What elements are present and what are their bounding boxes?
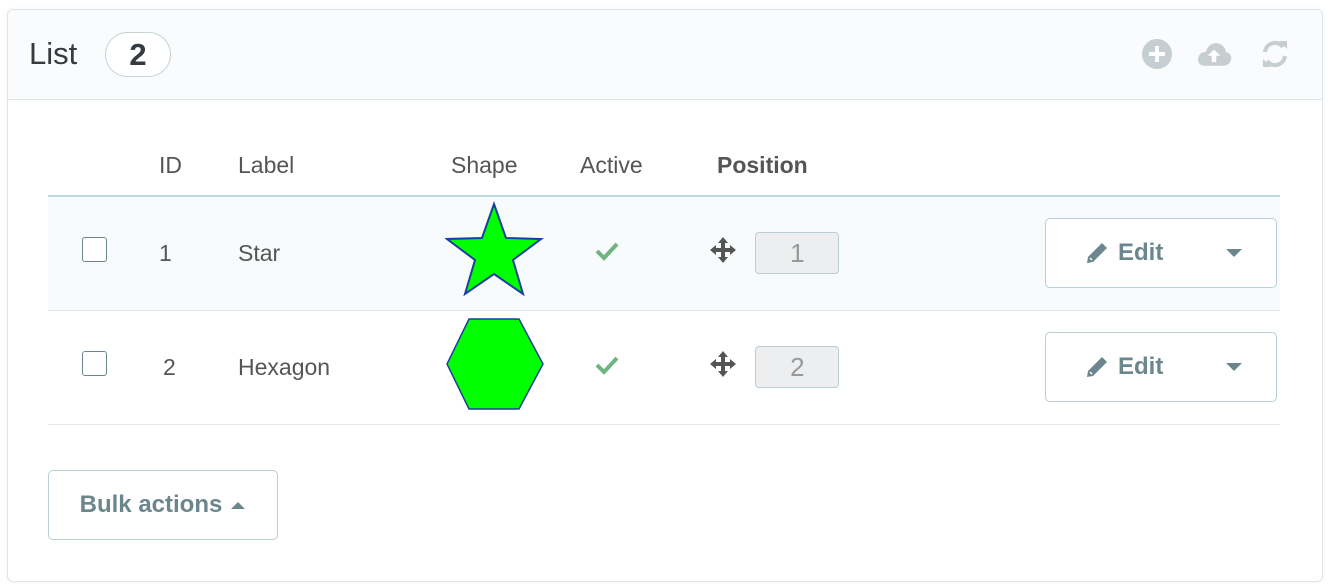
actions-column-header	[1019, 140, 1280, 197]
row-checkbox[interactable]	[82, 236, 107, 262]
shape-cell	[444, 196, 571, 311]
actions-cell: Edit	[1019, 310, 1280, 425]
edit-button-group: Edit	[1045, 218, 1277, 289]
edit-dropdown-toggle[interactable]	[1192, 219, 1276, 287]
edit-button[interactable]: Edit	[1046, 219, 1192, 287]
pencil-icon	[1087, 243, 1107, 264]
label-cell: Hexagon	[238, 310, 445, 425]
plus-circle-icon[interactable]	[1139, 36, 1175, 72]
hexagon-shape	[446, 318, 544, 410]
table-row: 1 Star 1 Edit	[48, 196, 1280, 311]
table-row: 2 Hexagon 2 Edit	[48, 310, 1280, 425]
check-icon	[595, 242, 619, 261]
id-column-header: ID	[143, 140, 238, 197]
position-input[interactable]: 2	[755, 346, 840, 388]
edit-button-group: Edit	[1045, 332, 1277, 402]
caret-down-icon	[1226, 363, 1242, 371]
caret-down-icon	[1226, 249, 1242, 258]
shape-column-header: Shape	[445, 140, 571, 197]
bulk-actions-label: Bulk actions	[79, 491, 223, 518]
move-icon[interactable]	[709, 236, 737, 270]
active-cell	[571, 196, 699, 311]
edit-dropdown-toggle[interactable]	[1192, 333, 1276, 401]
items-table: ID Label Shape Active Position 1 Star 1 …	[48, 140, 1280, 425]
edit-button[interactable]: Edit	[1046, 333, 1192, 401]
position-input[interactable]: 1	[755, 232, 840, 275]
move-icon[interactable]	[709, 350, 737, 384]
edit-label: Edit	[1118, 353, 1164, 380]
label-cell: Star	[238, 196, 445, 311]
shape-cell	[445, 310, 571, 425]
cloud-upload-icon[interactable]	[1196, 36, 1232, 72]
panel-title: List	[29, 36, 78, 71]
active-cell	[571, 310, 699, 425]
check-icon	[595, 356, 619, 375]
table-header-row: ID Label Shape Active Position	[48, 140, 1280, 197]
refresh-icon[interactable]	[1257, 36, 1293, 72]
count-badge: 2	[105, 32, 171, 77]
select-column-header	[48, 140, 143, 197]
label-column-header: Label	[238, 140, 445, 197]
panel-header: List 2	[8, 10, 1322, 100]
id-cell: 2	[143, 310, 238, 425]
caret-up-icon	[231, 501, 246, 509]
row-checkbox[interactable]	[82, 350, 107, 376]
bulk-actions-button[interactable]: Bulk actions	[48, 470, 278, 540]
position-cell: 2	[699, 310, 1019, 425]
active-column-header: Active	[571, 140, 699, 197]
row-select-cell	[48, 196, 143, 311]
list-panel: List 2 ID Label Shape Active Position 1 …	[7, 9, 1323, 582]
row-select-cell	[48, 310, 143, 425]
position-cell: 1	[699, 196, 1019, 311]
id-cell: 1	[143, 196, 238, 311]
star-shape	[444, 201, 544, 297]
position-column-header: Position	[699, 140, 1019, 197]
pencil-icon	[1087, 357, 1107, 377]
edit-label: Edit	[1118, 239, 1164, 267]
actions-cell: Edit	[1019, 196, 1280, 311]
